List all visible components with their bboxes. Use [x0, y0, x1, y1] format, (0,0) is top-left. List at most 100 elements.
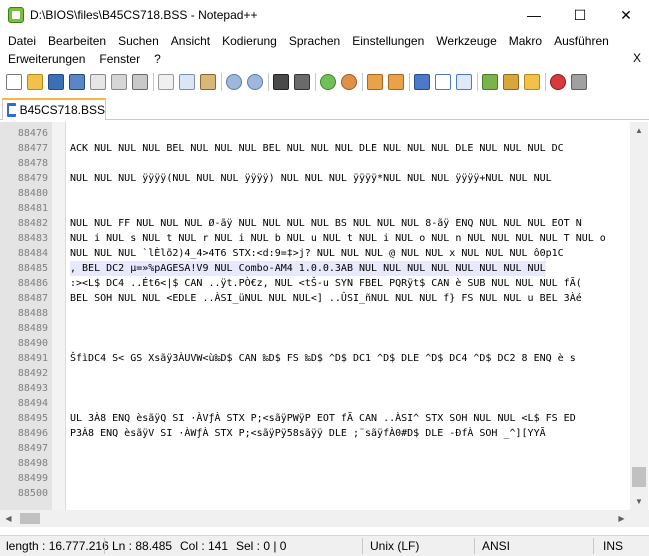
line-number: 88480	[17, 188, 48, 199]
toolbar	[0, 70, 649, 94]
tab-label: B45CS718.BSS	[19, 103, 105, 117]
horizontal-scroll-thumb[interactable]	[20, 513, 40, 524]
scroll-up-arrow-icon[interactable]: ▲	[630, 122, 648, 139]
line-text: NUL NUL FF NUL NUL NUL Ø-ãÿ NUL NUL NUL …	[70, 218, 582, 229]
close-window-button[interactable]: ✕	[603, 0, 649, 30]
editor-line[interactable]: 88492	[0, 366, 630, 381]
editor-line[interactable]: 88489	[0, 321, 630, 336]
editor-line[interactable]: 88490	[0, 336, 630, 351]
menu-ausf-hren[interactable]: Ausführen	[554, 34, 609, 48]
status-column: Col : 141	[180, 539, 229, 553]
zoom-in-icon[interactable]	[320, 74, 336, 90]
stop-macro-icon[interactable]	[571, 74, 587, 90]
line-text: , BEL DC2 µ=»%pAGESA!V9 NUL Combo-AM4 1.…	[70, 261, 546, 276]
editor-line[interactable]: 88482 NUL NUL FF NUL NUL NUL Ø-ãÿ NUL NUL…	[0, 216, 630, 231]
scroll-right-arrow-icon[interactable]: ▶	[613, 510, 630, 527]
save-icon[interactable]	[48, 74, 64, 90]
menu-suchen[interactable]: Suchen	[118, 34, 159, 48]
editor-line[interactable]: 88484 NUL NUL NUL `lÈlõ2)4_4>4T6 STX:<d:…	[0, 246, 630, 261]
editor-line[interactable]: 88483 NUL i NUL s NUL t NUL r NUL i NUL b…	[0, 231, 630, 246]
menu-kodierung[interactable]: Kodierung	[222, 34, 277, 48]
editor-line[interactable]: 88493	[0, 381, 630, 396]
editor-line[interactable]: 88480	[0, 186, 630, 201]
editor-line[interactable]: 88478	[0, 156, 630, 171]
line-number: 88497	[17, 443, 48, 454]
menu-ansicht[interactable]: Ansicht	[171, 34, 210, 48]
line-number: 88494	[17, 398, 48, 409]
menu-sprachen[interactable]: Sprachen	[289, 34, 340, 48]
status-selection: Sel : 0 | 0	[236, 539, 287, 553]
find-icon[interactable]	[273, 74, 289, 90]
save-all-icon[interactable]	[69, 74, 85, 90]
sync-horizontal-icon[interactable]	[388, 74, 404, 90]
scroll-left-arrow-icon[interactable]: ◀	[0, 510, 17, 527]
scroll-down-arrow-icon[interactable]: ▼	[630, 493, 648, 510]
menu-datei[interactable]: Datei	[8, 34, 36, 48]
menu-fenster[interactable]: Fenster	[99, 52, 140, 66]
menu-row-secondary: Erweiterungen Fenster?	[8, 50, 175, 68]
tab-bar: B45CS718.BSS	[0, 97, 649, 120]
menu-werkzeuge[interactable]: Werkzeuge	[436, 34, 496, 48]
editor-line[interactable]: 88487 BEL SOH NUL NUL <EDLE ..ÀSI_üNUL N…	[0, 291, 630, 306]
scroll-corner	[630, 510, 649, 527]
editor-line[interactable]: 88486:><L$ DC4 ..Ét6<|$ CAN ..ÿt.PÒ€z, N…	[0, 276, 630, 291]
editor-line[interactable]: 88479 NUL NUL NUL ÿÿÿÿ(NUL NUL NUL ÿÿÿÿ)…	[0, 171, 630, 186]
notepadpp-app-icon	[8, 7, 24, 23]
open-file-icon[interactable]	[27, 74, 43, 90]
line-text: :><L$ DC4 ..Ét6<|$ CAN ..ÿt.PÒ€z, NUL <t…	[70, 278, 582, 289]
editor-line[interactable]: 88485 , BEL DC2 µ=»%pAGESA!V9 NUL Combo-A…	[0, 261, 630, 276]
paste-icon[interactable]	[200, 74, 216, 90]
editor-line[interactable]: 88476	[0, 126, 630, 141]
text-editor[interactable]: 88476 88477 ACK NUL NUL NUL BEL NUL NUL NU…	[0, 122, 630, 510]
vertical-scrollbar[interactable]: ▲ ▼	[630, 122, 648, 510]
indent-guide-icon[interactable]	[456, 74, 472, 90]
editor-line[interactable]: 88488	[0, 306, 630, 321]
redo-icon[interactable]	[247, 74, 263, 90]
print-icon[interactable]	[132, 74, 148, 90]
editor-line[interactable]: 88494	[0, 396, 630, 411]
editor-line[interactable]: 88497	[0, 441, 630, 456]
close-all-icon[interactable]	[111, 74, 127, 90]
show-all-chars-icon[interactable]	[435, 74, 451, 90]
undo-icon[interactable]	[226, 74, 242, 90]
menu-einstellungen[interactable]: Einstellungen	[352, 34, 424, 48]
menu-erweiterungen[interactable]: Erweiterungen	[8, 52, 85, 66]
new-file-icon[interactable]	[6, 74, 22, 90]
editor-line[interactable]: 88495 UL 3À8 ENQ èsãÿQ SI ·ÀVƒÀ STX P;<sã…	[0, 411, 630, 426]
minimize-button[interactable]: —	[511, 0, 557, 30]
tab-b45cs718[interactable]: B45CS718.BSS	[2, 98, 106, 120]
close-icon[interactable]	[90, 74, 106, 90]
editor-line[interactable]: 88481	[0, 201, 630, 216]
folder-workspace-icon[interactable]	[524, 74, 540, 90]
cut-icon[interactable]	[158, 74, 174, 90]
vertical-scroll-thumb[interactable]	[632, 467, 646, 487]
editor-line[interactable]: 88491 ŠfìDC4 S< GS Xsãÿ3ÀUVW<ù‰D$ CAN ‰D$…	[0, 351, 630, 366]
menu-help[interactable]: ?	[154, 52, 161, 66]
editor-line[interactable]: 88499	[0, 471, 630, 486]
line-number: 88492	[17, 368, 48, 379]
line-number: 88481	[17, 203, 48, 214]
editor-line[interactable]: 88498	[0, 456, 630, 471]
sync-vertical-icon[interactable]	[367, 74, 383, 90]
doc-map-icon[interactable]	[482, 74, 498, 90]
editor-line[interactable]: 88477 ACK NUL NUL NUL BEL NUL NUL NUL BEL…	[0, 141, 630, 156]
status-line: Ln : 88.485	[112, 539, 173, 553]
menu-makro[interactable]: Makro	[509, 34, 542, 48]
zoom-out-icon[interactable]	[341, 74, 357, 90]
status-insert-mode: INS	[603, 539, 624, 553]
editor-line[interactable]: 88496 P3À8 ENQ èsãÿV SI ·ÀWƒÀ STX P;<sãÿP…	[0, 426, 630, 441]
replace-icon[interactable]	[294, 74, 310, 90]
line-number: 88500	[17, 488, 48, 499]
close-document-button[interactable]: X	[633, 51, 641, 65]
toolbar-separator	[545, 73, 546, 91]
function-list-icon[interactable]	[503, 74, 519, 90]
horizontal-scrollbar[interactable]: ◀ ▶	[0, 510, 630, 527]
menu-bearbeiten[interactable]: Bearbeiten	[48, 34, 106, 48]
copy-icon[interactable]	[179, 74, 195, 90]
word-wrap-icon[interactable]	[414, 74, 430, 90]
maximize-button[interactable]: ☐	[557, 0, 603, 30]
toolbar-separator	[477, 73, 478, 91]
editor-line[interactable]: 88500	[0, 486, 630, 501]
line-number: 88498	[17, 458, 48, 469]
record-macro-icon[interactable]	[550, 74, 566, 90]
